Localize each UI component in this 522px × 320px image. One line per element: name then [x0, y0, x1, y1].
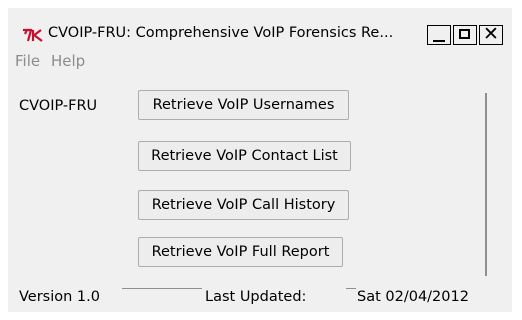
window-title: CVOIP-FRU: Comprehensive VoIP Forensics … [48, 25, 394, 41]
tk-feather-icon [23, 28, 43, 42]
maximize-button[interactable] [453, 25, 477, 45]
menu-file[interactable]: File [15, 52, 40, 70]
last-updated-date: Sat 02/04/2012 [357, 289, 469, 305]
retrieve-usernames-button[interactable]: Retrieve VoIP Usernames [138, 90, 349, 120]
close-button[interactable]: ✕ [479, 23, 503, 45]
app-window: CVOIP-FRU: Comprehensive VoIP Forensics … [8, 8, 512, 312]
version-label: Version 1.0 [19, 289, 100, 305]
retrieve-call-history-button[interactable]: Retrieve VoIP Call History [138, 190, 349, 220]
title-bar[interactable]: CVOIP-FRU: Comprehensive VoIP Forensics … [8, 8, 512, 46]
app-name-label: CVOIP-FRU [19, 98, 98, 114]
footer-separator [122, 288, 202, 289]
footer-separator [346, 288, 356, 289]
retrieve-full-report-button[interactable]: Retrieve VoIP Full Report [138, 237, 343, 267]
menu-help[interactable]: Help [51, 52, 85, 70]
vertical-separator [485, 93, 487, 276]
close-icon: ✕ [483, 23, 499, 45]
minimize-button[interactable] [427, 25, 451, 45]
retrieve-contact-list-button[interactable]: Retrieve VoIP Contact List [138, 141, 351, 171]
last-updated-label: Last Updated: [205, 289, 307, 305]
